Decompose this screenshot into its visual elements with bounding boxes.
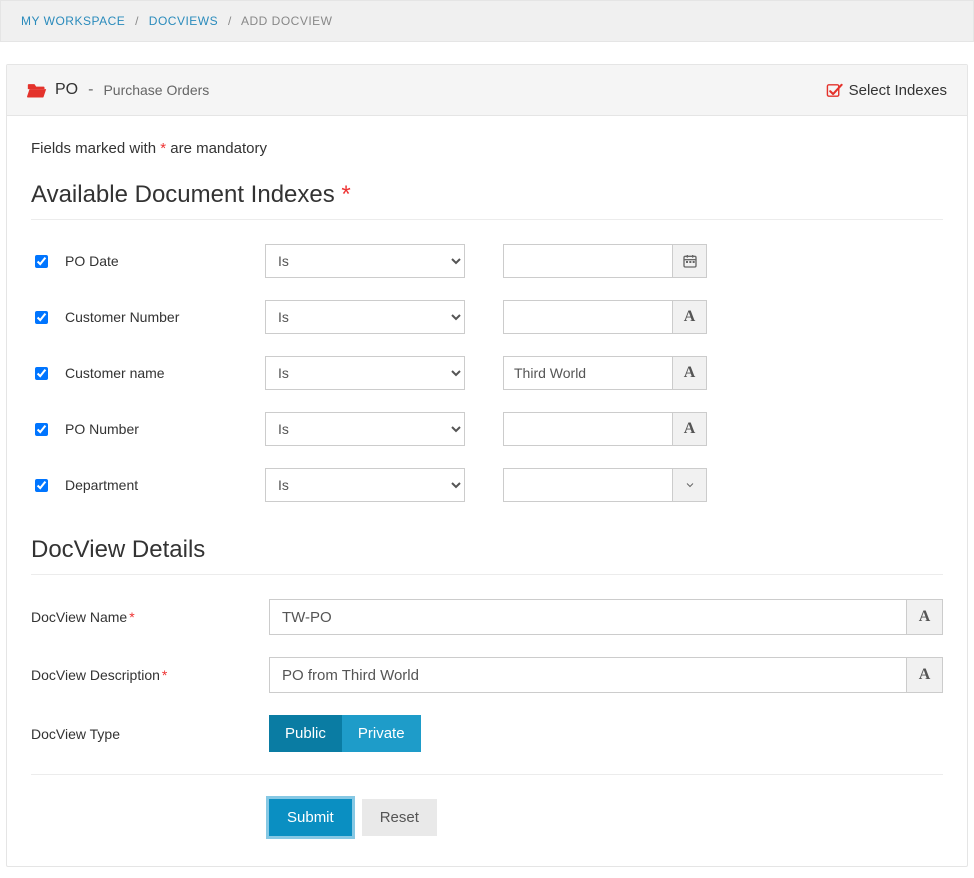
breadcrumb-link-docviews[interactable]: DocViews	[149, 14, 218, 28]
mandatory-note-prefix: Fields marked with	[31, 140, 160, 157]
text-type-icon: A	[673, 356, 707, 390]
submit-button[interactable]: Submit	[269, 799, 352, 836]
docview-panel: PO - Purchase Orders Select Indexes Fiel…	[6, 64, 968, 867]
select-indexes-label: Select Indexes	[849, 82, 947, 99]
dash: -	[88, 81, 93, 99]
index-value-input[interactable]	[503, 300, 673, 334]
text-type-icon: A	[673, 300, 707, 334]
doc-class-label: Purchase Orders	[103, 82, 209, 98]
index-checkbox[interactable]	[35, 367, 48, 380]
asterisk-icon: *	[162, 667, 167, 683]
section-divider	[31, 219, 943, 220]
index-label: PO Number	[65, 421, 265, 437]
docview-name-input[interactable]	[269, 599, 907, 635]
index-row: Customer NumberIs A	[31, 300, 943, 334]
section-divider	[31, 574, 943, 575]
index-operator-select[interactable]: Is	[265, 468, 465, 502]
index-checkbox[interactable]	[35, 423, 48, 436]
details-row-name: DocView Name* A	[31, 599, 943, 635]
docview-description-input[interactable]	[269, 657, 907, 693]
asterisk-icon: *	[129, 609, 134, 625]
text-type-icon: A	[907, 657, 943, 693]
section-title-text: DocView Details	[31, 536, 205, 563]
index-label: Customer Number	[65, 309, 265, 325]
toggle-option-private[interactable]: Private	[342, 715, 421, 752]
index-row: DepartmentIs	[31, 468, 943, 502]
index-row: Customer nameIs A	[31, 356, 943, 390]
index-value-wrap: A	[503, 300, 707, 334]
index-operator-select[interactable]: Is	[265, 412, 465, 446]
index-value-wrap	[503, 244, 707, 278]
index-operator-select[interactable]: Is	[265, 356, 465, 390]
breadcrumb-sep: /	[135, 14, 139, 28]
index-checkbox[interactable]	[35, 479, 48, 492]
index-value-input[interactable]	[503, 412, 673, 446]
index-value-wrap: A	[503, 412, 707, 446]
label-text: DocView Description	[31, 667, 160, 683]
panel-body: Fields marked with * are mandatory Avail…	[7, 116, 967, 866]
docview-description-label: DocView Description*	[31, 667, 269, 683]
folder-open-icon	[27, 81, 47, 99]
section-title-details: DocView Details	[31, 536, 943, 564]
index-label: PO Date	[65, 253, 265, 269]
details-row-description: DocView Description* A	[31, 657, 943, 693]
asterisk-icon: *	[341, 181, 350, 208]
toggle-option-public[interactable]: Public	[269, 715, 342, 752]
breadcrumb: My Workspace / DocViews / Add DocView	[0, 0, 974, 42]
breadcrumb-sep: /	[228, 14, 232, 28]
section-title-text: Available Document Indexes	[31, 181, 335, 208]
details-row-type: DocView Type Public Private	[31, 715, 943, 752]
section-title-indexes: Available Document Indexes *	[31, 181, 943, 209]
index-value-input[interactable]	[503, 244, 673, 278]
text-type-icon: A	[907, 599, 943, 635]
index-label: Customer name	[65, 365, 265, 381]
check-square-icon	[826, 82, 843, 99]
calendar-icon	[673, 244, 707, 278]
index-row: PO DateIs	[31, 244, 943, 278]
index-value-input[interactable]	[503, 356, 673, 390]
panel-header: PO - Purchase Orders Select Indexes	[7, 65, 967, 116]
label-text: DocView Name	[31, 609, 127, 625]
index-row: PO NumberIs A	[31, 412, 943, 446]
panel-header-left: PO - Purchase Orders	[27, 81, 209, 99]
index-value-wrap	[503, 468, 707, 502]
doc-class-code: PO	[55, 81, 78, 99]
index-operator-select[interactable]: Is	[265, 300, 465, 334]
text-type-icon: A	[673, 412, 707, 446]
docview-type-toggle: Public Private	[269, 715, 421, 752]
docview-type-label: DocView Type	[31, 726, 269, 742]
reset-button[interactable]: Reset	[362, 799, 437, 836]
index-checkbox[interactable]	[35, 311, 48, 324]
index-value-select[interactable]	[503, 468, 673, 502]
breadcrumb-current: Add DocView	[241, 14, 333, 28]
mandatory-note: Fields marked with * are mandatory	[31, 140, 943, 157]
chevron-down-icon[interactable]	[673, 468, 707, 502]
label-text: DocView Type	[31, 726, 120, 742]
index-operator-select[interactable]: Is	[265, 244, 465, 278]
mandatory-note-suffix: are mandatory	[166, 140, 267, 157]
select-indexes-button[interactable]: Select Indexes	[826, 82, 947, 99]
breadcrumb-link-workspace[interactable]: My Workspace	[21, 14, 125, 28]
index-checkbox[interactable]	[35, 255, 48, 268]
index-label: Department	[65, 477, 265, 493]
docview-name-label: DocView Name*	[31, 609, 269, 625]
index-value-wrap: A	[503, 356, 707, 390]
section-divider	[31, 774, 943, 775]
